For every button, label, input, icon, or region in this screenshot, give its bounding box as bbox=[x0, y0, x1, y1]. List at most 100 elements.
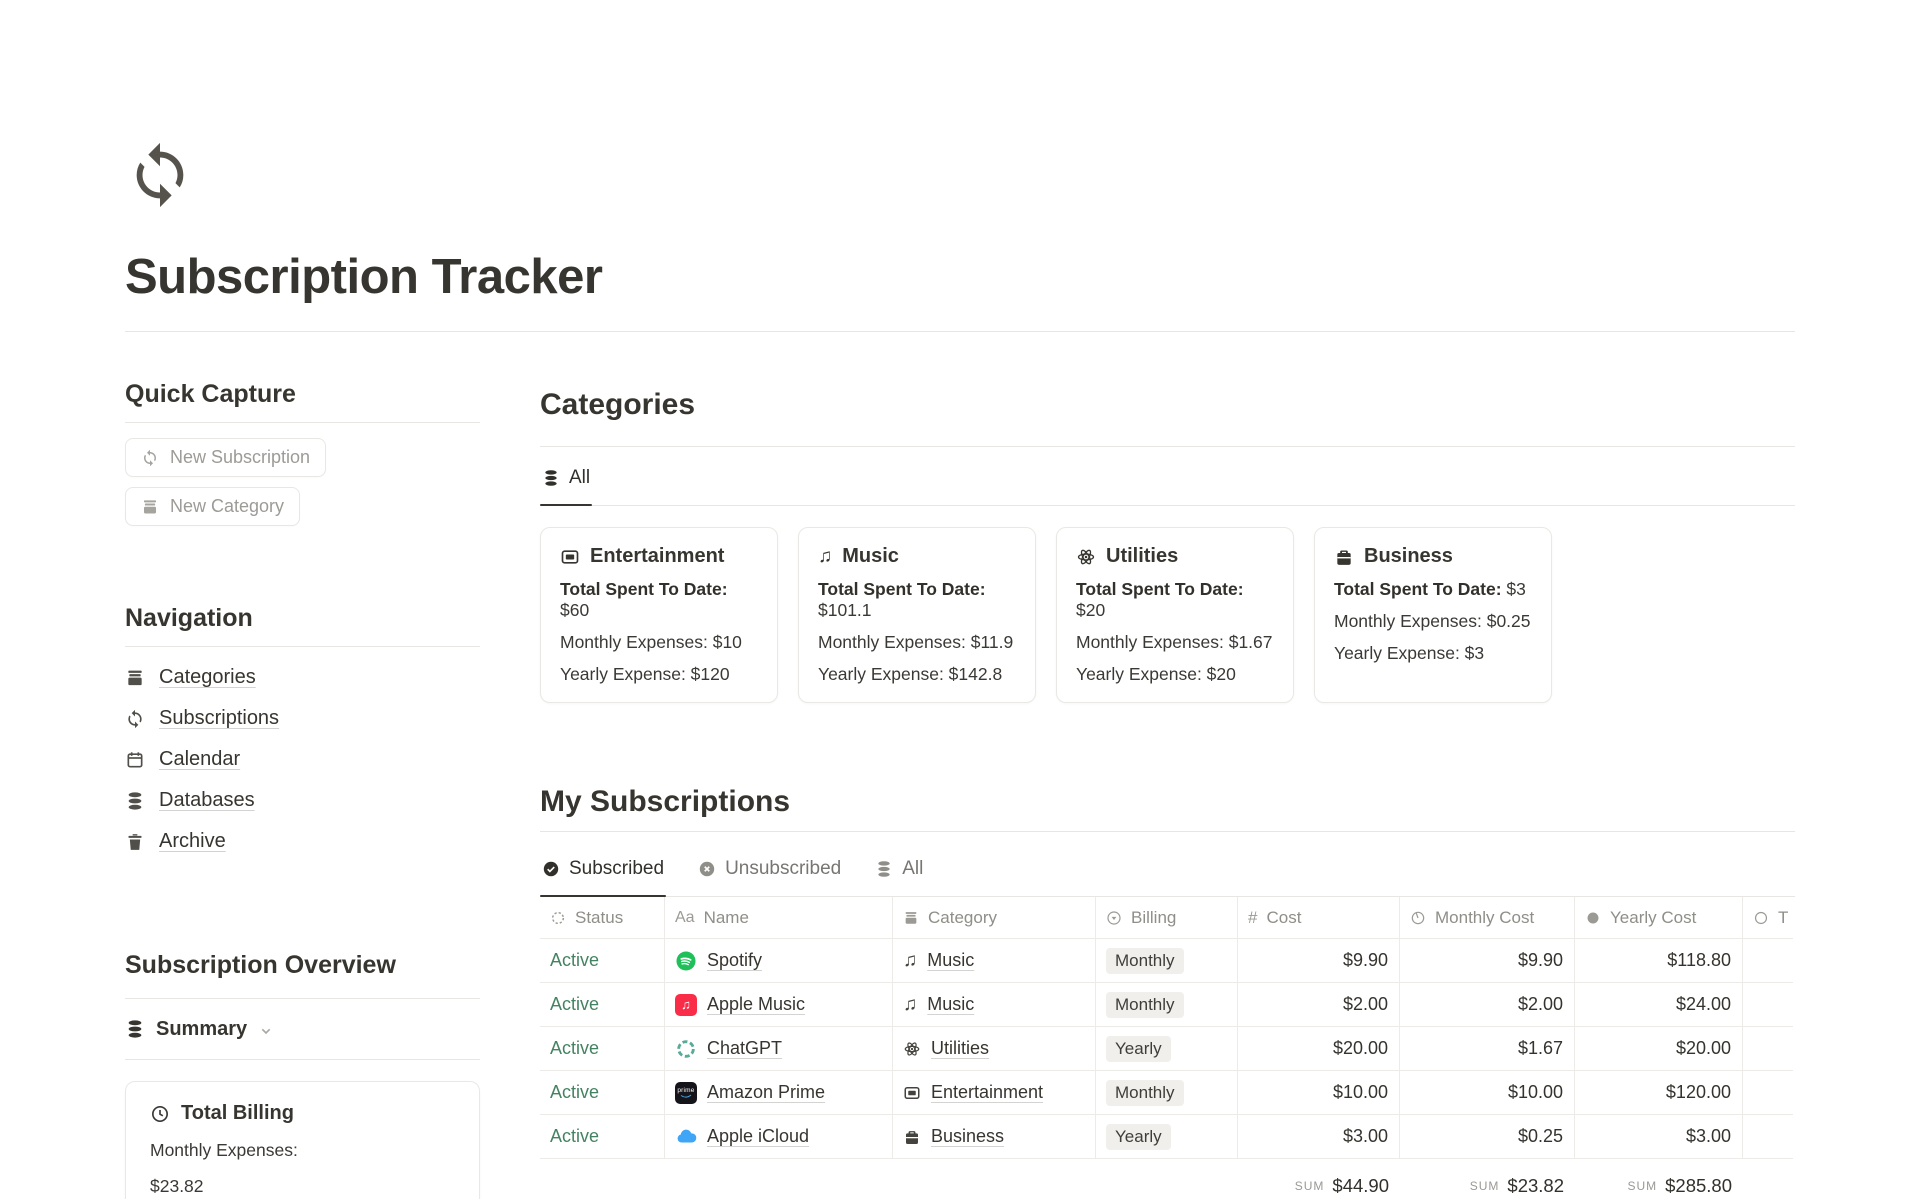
category-name: Business bbox=[1364, 545, 1453, 568]
sidebar-item-calendar[interactable]: Calendar bbox=[125, 739, 480, 780]
column-header-category[interactable]: Category bbox=[893, 897, 1096, 939]
cost-cell: $10.00 bbox=[1238, 1071, 1400, 1115]
category-link[interactable]: Business bbox=[931, 1126, 1004, 1147]
cost-cell: $9.90 bbox=[1238, 939, 1400, 983]
category-link[interactable]: Music bbox=[927, 994, 974, 1015]
nav-link[interactable]: Calendar bbox=[159, 748, 240, 771]
tab-label: All bbox=[569, 467, 590, 489]
total-billing-title: Total Billing bbox=[181, 1102, 294, 1125]
calendar-icon bbox=[125, 750, 145, 770]
monthly-cost-cell: $1.67 bbox=[1400, 1027, 1575, 1071]
column-header-monthly-cost[interactable]: Monthly Cost bbox=[1400, 897, 1575, 939]
table-row: Active Apple iCloud Business Yearly $3.0… bbox=[540, 1115, 1795, 1159]
number-icon: # bbox=[1248, 908, 1257, 928]
total-spent-label: Total Spent To Date: bbox=[1076, 579, 1244, 599]
nav-link[interactable]: Subscriptions bbox=[159, 707, 279, 730]
subscription-name-link[interactable]: ChatGPT bbox=[707, 1038, 782, 1059]
tab-label: Subscribed bbox=[569, 858, 664, 880]
category-link[interactable]: Utilities bbox=[931, 1038, 989, 1059]
my-subscriptions-heading: My Subscriptions bbox=[540, 785, 1795, 819]
tab-subscribed[interactable]: Subscribed bbox=[540, 832, 666, 896]
category-name: Utilities bbox=[1106, 545, 1178, 568]
select-icon bbox=[1106, 910, 1122, 926]
category-card-utilities[interactable]: Utilities Total Spent To Date: $20 Month… bbox=[1056, 527, 1294, 703]
new-category-button[interactable]: New Category bbox=[125, 487, 300, 526]
cost-cell: $20.00 bbox=[1238, 1027, 1400, 1071]
divider bbox=[125, 1059, 480, 1060]
tab-unsubscribed[interactable]: Unsubscribed bbox=[696, 832, 843, 896]
sidebar-item-archive[interactable]: Archive bbox=[125, 821, 480, 862]
billing-tag: Monthly bbox=[1106, 992, 1184, 1018]
cost-sum[interactable]: SUM $44.90 bbox=[1238, 1159, 1400, 1199]
table-row: Active ChatGPT Utilities Yearly $20.00 $… bbox=[540, 1027, 1795, 1071]
category-card-business[interactable]: Business Total Spent To Date: $3 Monthly… bbox=[1314, 527, 1552, 703]
categories-tabs: All bbox=[540, 447, 1795, 506]
nav-link[interactable]: Categories bbox=[159, 666, 256, 689]
briefcase-icon bbox=[903, 1128, 921, 1146]
subscription-overview-heading: Subscription Overview bbox=[125, 951, 480, 980]
apple-music-icon: ♫ bbox=[675, 994, 697, 1016]
billing-tag: Yearly bbox=[1106, 1124, 1171, 1150]
yearly-cost-cell: $24.00 bbox=[1575, 983, 1743, 1027]
database-icon bbox=[542, 469, 560, 487]
status-badge: Active bbox=[550, 1082, 599, 1103]
card-box-icon bbox=[903, 910, 919, 926]
new-subscription-button[interactable]: New Subscription bbox=[125, 438, 326, 477]
divider bbox=[125, 646, 480, 647]
page-header: Subscription Tracker bbox=[125, 0, 1795, 305]
new-category-label: New Category bbox=[170, 496, 284, 517]
column-header-yearly-cost[interactable]: Yearly Cost bbox=[1575, 897, 1743, 939]
page-title: Subscription Tracker bbox=[125, 249, 1795, 305]
cost-cell: $3.00 bbox=[1238, 1115, 1400, 1159]
category-link[interactable]: Entertainment bbox=[931, 1082, 1043, 1103]
monthly-cost-cell: $10.00 bbox=[1400, 1071, 1575, 1115]
sidebar-item-categories[interactable]: Categories bbox=[125, 657, 480, 698]
column-header-name[interactable]: Aa Name bbox=[665, 897, 893, 939]
category-card-entertainment[interactable]: Entertainment Total Spent To Date: $60 M… bbox=[540, 527, 778, 703]
status-badge: Active bbox=[550, 1126, 599, 1147]
column-header-clipped[interactable]: T bbox=[1743, 897, 1793, 939]
nav-link[interactable]: Databases bbox=[159, 789, 255, 812]
monthly-cost-cell: $2.00 bbox=[1400, 983, 1575, 1027]
monthly-expenses-line: Monthly Expenses: $11.9 bbox=[818, 632, 1016, 653]
yearly-cost-sum[interactable]: SUM $285.80 bbox=[1575, 1159, 1743, 1199]
cost-cell: $2.00 bbox=[1238, 983, 1400, 1027]
table-row: Active ♫ Apple Music ♫ Music Monthly $2.0… bbox=[540, 983, 1795, 1027]
tab-all[interactable]: All bbox=[873, 832, 925, 896]
category-link[interactable]: Music bbox=[927, 950, 974, 971]
subscription-name-link[interactable]: Apple iCloud bbox=[707, 1126, 809, 1147]
monthly-cost-sum[interactable]: SUM $23.82 bbox=[1400, 1159, 1575, 1199]
yearly-cost-cell: $20.00 bbox=[1575, 1027, 1743, 1071]
total-spent-label: Total Spent To Date: bbox=[818, 579, 986, 599]
column-header-billing[interactable]: Billing bbox=[1096, 897, 1238, 939]
subscription-name-link[interactable]: Spotify bbox=[707, 950, 762, 971]
database-icon bbox=[875, 860, 893, 878]
summary-toggle[interactable]: Summary bbox=[125, 999, 480, 1059]
column-header-status[interactable]: Status bbox=[540, 897, 665, 939]
nav-link[interactable]: Archive bbox=[159, 830, 226, 853]
navigation-heading: Navigation bbox=[125, 604, 480, 633]
atom-icon bbox=[1076, 547, 1096, 567]
subscriptions-table: Status Aa Name Category Billing bbox=[540, 897, 1795, 1199]
sync-icon[interactable] bbox=[125, 140, 195, 210]
new-subscription-label: New Subscription bbox=[170, 447, 310, 468]
status-badge: Active bbox=[550, 994, 599, 1015]
column-header-cost[interactable]: # Cost bbox=[1238, 897, 1400, 939]
sidebar-item-databases[interactable]: Databases bbox=[125, 780, 480, 821]
subscription-name-link[interactable]: Amazon Prime bbox=[707, 1082, 825, 1103]
total-spent-label: Total Spent To Date: bbox=[560, 579, 728, 599]
category-card-music[interactable]: ♫ Music Total Spent To Date: $101.1 Mont… bbox=[798, 527, 1036, 703]
yearly-cost-cell: $120.00 bbox=[1575, 1071, 1743, 1115]
music-note-icon: ♫ bbox=[903, 995, 917, 1014]
yearly-expense-line: Yearly Expense: $120 bbox=[560, 664, 758, 685]
monthly-expenses-line: Monthly Expenses: $10 bbox=[560, 632, 758, 653]
table-header-row: Status Aa Name Category Billing bbox=[540, 897, 1795, 939]
table-sum-row: SUM $44.90 SUM $23.82 SUM $285.80 bbox=[540, 1159, 1795, 1199]
tab-all[interactable]: All bbox=[540, 447, 592, 505]
sidebar-item-subscriptions[interactable]: Subscriptions bbox=[125, 698, 480, 739]
subscription-name-link[interactable]: Apple Music bbox=[707, 994, 805, 1015]
billing-tag: Monthly bbox=[1106, 948, 1184, 974]
table-row: Active Spotify ♫Music Monthly $9.90 $9.9… bbox=[540, 939, 1795, 983]
music-note-icon: ♫ bbox=[903, 951, 917, 970]
status-icon bbox=[550, 910, 566, 926]
